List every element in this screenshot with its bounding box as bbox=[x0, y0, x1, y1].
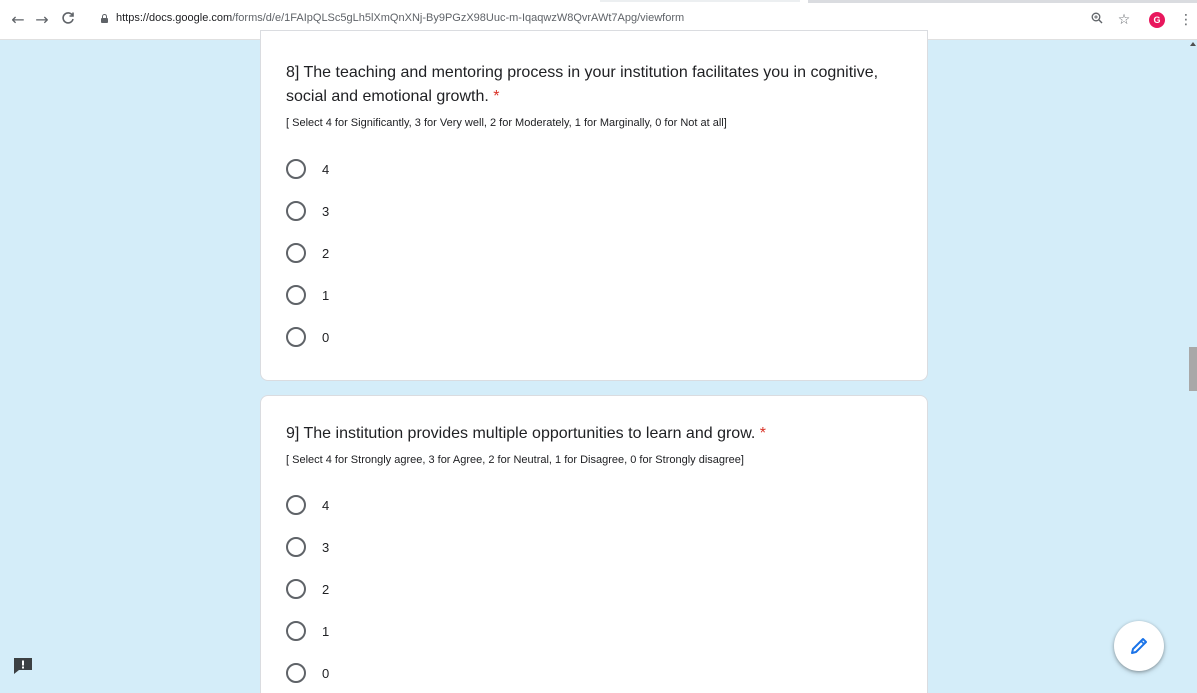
radio-option[interactable]: 4 bbox=[286, 493, 329, 517]
radio-option[interactable]: 2 bbox=[286, 241, 329, 265]
forward-icon[interactable]: → bbox=[32, 10, 52, 30]
scroll-up-arrow-icon[interactable] bbox=[1190, 42, 1196, 46]
option-label: 4 bbox=[322, 497, 330, 513]
tab-strip-edge bbox=[600, 0, 800, 2]
lock-icon[interactable] bbox=[101, 14, 108, 23]
radio-button[interactable] bbox=[286, 663, 306, 683]
radio-option[interactable]: 2 bbox=[286, 577, 329, 601]
radio-option[interactable]: 0 bbox=[286, 325, 329, 349]
radio-option[interactable]: 3 bbox=[286, 535, 329, 559]
radio-option[interactable]: 1 bbox=[286, 283, 329, 307]
radio-button[interactable] bbox=[286, 243, 306, 263]
question-title: 9] The institution provides multiple opp… bbox=[286, 422, 886, 446]
question-card-8: 8] The teaching and mentoring process in… bbox=[260, 30, 928, 381]
required-asterisk: * bbox=[493, 88, 500, 105]
radio-button[interactable] bbox=[286, 159, 306, 179]
menu-icon[interactable]: ⋮ bbox=[1176, 10, 1196, 30]
pencil-icon bbox=[1131, 638, 1147, 654]
url-domain: https://docs.google.com bbox=[116, 12, 233, 24]
reload-icon[interactable] bbox=[58, 10, 78, 30]
option-label: 3 bbox=[322, 539, 330, 555]
option-label: 3 bbox=[322, 203, 330, 219]
question-title-text: 8] The teaching and mentoring process in… bbox=[286, 64, 879, 105]
radio-button[interactable] bbox=[286, 327, 306, 347]
option-label: 0 bbox=[322, 665, 330, 681]
question-description: [ Select 4 for Significantly, 3 for Very… bbox=[286, 117, 727, 129]
option-label: 2 bbox=[322, 245, 330, 261]
radio-option[interactable]: 0 bbox=[286, 661, 329, 685]
radio-option[interactable]: 4 bbox=[286, 157, 329, 181]
url-path: /forms/d/e/1FAIpQLSc5gLh5lXmQnXNj-By9PGz… bbox=[232, 12, 685, 24]
question-title-text: 9] The institution provides multiple opp… bbox=[286, 425, 756, 442]
option-label: 1 bbox=[322, 287, 330, 303]
question-card-9: 9] The institution provides multiple opp… bbox=[260, 395, 928, 693]
option-label: 0 bbox=[322, 329, 330, 345]
radio-button[interactable] bbox=[286, 201, 306, 221]
star-icon[interactable]: ☆ bbox=[1114, 10, 1134, 30]
radio-button[interactable] bbox=[286, 621, 306, 641]
avatar[interactable]: G bbox=[1149, 12, 1165, 28]
option-label: 1 bbox=[322, 623, 330, 639]
required-asterisk: * bbox=[759, 425, 766, 442]
tab-strip-edge bbox=[808, 0, 1197, 3]
radio-button[interactable] bbox=[286, 495, 306, 515]
address-bar[interactable]: https://docs.google.com/forms/d/e/1FAIpQ… bbox=[116, 12, 684, 24]
zoom-icon[interactable] bbox=[1087, 10, 1107, 30]
back-icon[interactable]: ← bbox=[8, 10, 28, 30]
scrollbar-thumb[interactable] bbox=[1189, 347, 1197, 391]
radio-option[interactable]: 1 bbox=[286, 619, 329, 643]
edit-button[interactable] bbox=[1114, 621, 1164, 671]
radio-option[interactable]: 3 bbox=[286, 199, 329, 223]
radio-button[interactable] bbox=[286, 537, 306, 557]
question-description: [ Select 4 for Strongly agree, 3 for Agr… bbox=[286, 454, 744, 466]
option-label: 2 bbox=[322, 581, 330, 597]
feedback-icon[interactable] bbox=[12, 656, 34, 676]
radio-button[interactable] bbox=[286, 285, 306, 305]
option-label: 4 bbox=[322, 161, 330, 177]
question-title: 8] The teaching and mentoring process in… bbox=[286, 61, 886, 109]
radio-button[interactable] bbox=[286, 579, 306, 599]
